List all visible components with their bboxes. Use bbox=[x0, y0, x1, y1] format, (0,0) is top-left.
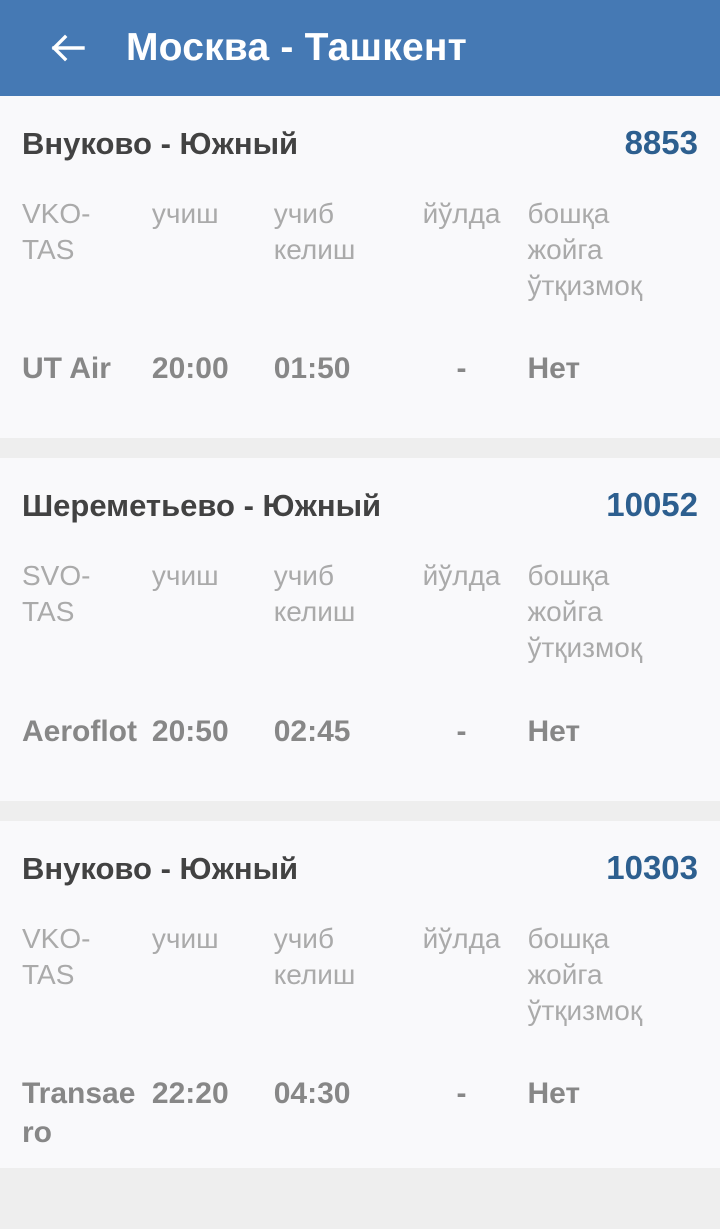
table-spacer-row bbox=[22, 303, 698, 349]
table-spacer-row bbox=[22, 1028, 698, 1074]
cell-arrival-time: 02:45 bbox=[273, 714, 351, 748]
column-header-transfer: бошқа жойга ўтқизмоқ bbox=[527, 198, 643, 301]
column-header-route: VKO-TAS bbox=[22, 922, 91, 990]
app-bar: Москва - Ташкент bbox=[0, 0, 720, 96]
flight-card[interactable]: Внуково - Южный 8853 VKO-TAS учиш учиб к… bbox=[0, 96, 720, 439]
table-spacer bbox=[22, 666, 698, 712]
column-header-enroute: йўлда bbox=[422, 560, 501, 592]
column-header-enroute: йўлда bbox=[422, 198, 501, 229]
cell-departure-time: 20:00 bbox=[151, 352, 229, 386]
table-spacer bbox=[22, 303, 698, 349]
cell-airline: Aeroflot bbox=[22, 714, 137, 748]
column-header-transfer: бошқа жойга ўтқизмоқ bbox=[527, 922, 643, 1026]
card-footer-spacer bbox=[22, 388, 698, 438]
cell-departure-time: 22:20 bbox=[151, 1077, 229, 1111]
cell-transfer: Нет bbox=[527, 1077, 581, 1111]
cell-enroute: - bbox=[456, 714, 467, 748]
flight-list[interactable]: Внуково - Южный 8853 VKO-TAS учиш учиб к… bbox=[0, 96, 720, 1229]
table-header-row: SVO-TAS учиш учиб келиш йўлда бошқа жойг… bbox=[22, 558, 698, 665]
back-button[interactable] bbox=[46, 25, 92, 71]
flight-number: 10052 bbox=[606, 486, 698, 524]
column-header-arrival: учиб келиш bbox=[273, 560, 356, 628]
route-title: Шереметьево - Южный bbox=[22, 488, 382, 524]
column-header-route: VKO-TAS bbox=[22, 198, 91, 265]
table-spacer-row bbox=[22, 666, 698, 712]
flight-number: 10303 bbox=[606, 848, 698, 886]
column-header-departure: учиш bbox=[151, 198, 219, 229]
table-row: Transaero 22:20 04:30 - Нет bbox=[22, 1074, 698, 1152]
cell-enroute: - bbox=[456, 1077, 467, 1111]
table-header-row: VKO-TAS учиш учиб келиш йўлда бошқа жойг… bbox=[22, 921, 698, 1028]
cell-transfer: Нет bbox=[527, 714, 581, 748]
cell-airline: Transaero bbox=[22, 1077, 136, 1150]
column-header-arrival: учиб келиш bbox=[273, 922, 356, 990]
card-footer-spacer bbox=[22, 751, 698, 801]
column-header-enroute: йўлда bbox=[422, 922, 501, 954]
cell-enroute: - bbox=[456, 352, 467, 386]
cell-arrival-time: 04:30 bbox=[273, 1077, 351, 1111]
flight-card-header: Внуково - Южный 8853 bbox=[22, 96, 698, 166]
flight-details-table: VKO-TAS учиш учиб келиш йўлда бошқа жойг… bbox=[22, 196, 698, 388]
table-row: UT Air 20:00 01:50 - Нет bbox=[22, 349, 698, 388]
card-footer-spacer bbox=[22, 1152, 698, 1168]
page-title: Москва - Ташкент bbox=[126, 26, 467, 69]
flight-details-table: SVO-TAS учиш учиб келиш йўлда бошқа жойг… bbox=[22, 558, 698, 750]
flight-card-header: Шереметьево - Южный 10052 bbox=[22, 458, 698, 528]
flight-number: 8853 bbox=[624, 124, 698, 161]
column-header-departure: учиш bbox=[151, 922, 219, 954]
table-header-row: VKO-TAS учиш учиб келиш йўлда бошқа жойг… bbox=[22, 196, 698, 303]
column-header-arrival: учиб келиш bbox=[273, 198, 356, 265]
table-row: Aeroflot 20:50 02:45 - Нет bbox=[22, 712, 698, 751]
route-title: Внуково - Южный bbox=[22, 126, 299, 161]
route-title: Внуково - Южный bbox=[22, 850, 299, 886]
flight-card[interactable]: Внуково - Южный 10303 VKO-TAS учиш учиб … bbox=[0, 820, 720, 1169]
flight-details-table: VKO-TAS учиш учиб келиш йўлда бошқа жойг… bbox=[22, 921, 698, 1152]
column-header-transfer: бошқа жойга ўтқизмоқ bbox=[527, 560, 643, 664]
cell-departure-time: 20:50 bbox=[151, 714, 229, 748]
cell-airline: UT Air bbox=[22, 352, 111, 386]
flight-card[interactable]: Шереметьево - Южный 10052 SVO-TAS учиш у… bbox=[0, 458, 720, 801]
cell-arrival-time: 01:50 bbox=[273, 352, 351, 386]
cell-transfer: Нет bbox=[527, 352, 581, 386]
arrow-left-icon bbox=[49, 28, 89, 68]
table-spacer bbox=[22, 1028, 698, 1074]
column-header-departure: учиш bbox=[151, 560, 219, 592]
flight-card-header: Внуково - Южный 10303 bbox=[22, 821, 698, 891]
column-header-route: SVO-TAS bbox=[22, 560, 91, 628]
